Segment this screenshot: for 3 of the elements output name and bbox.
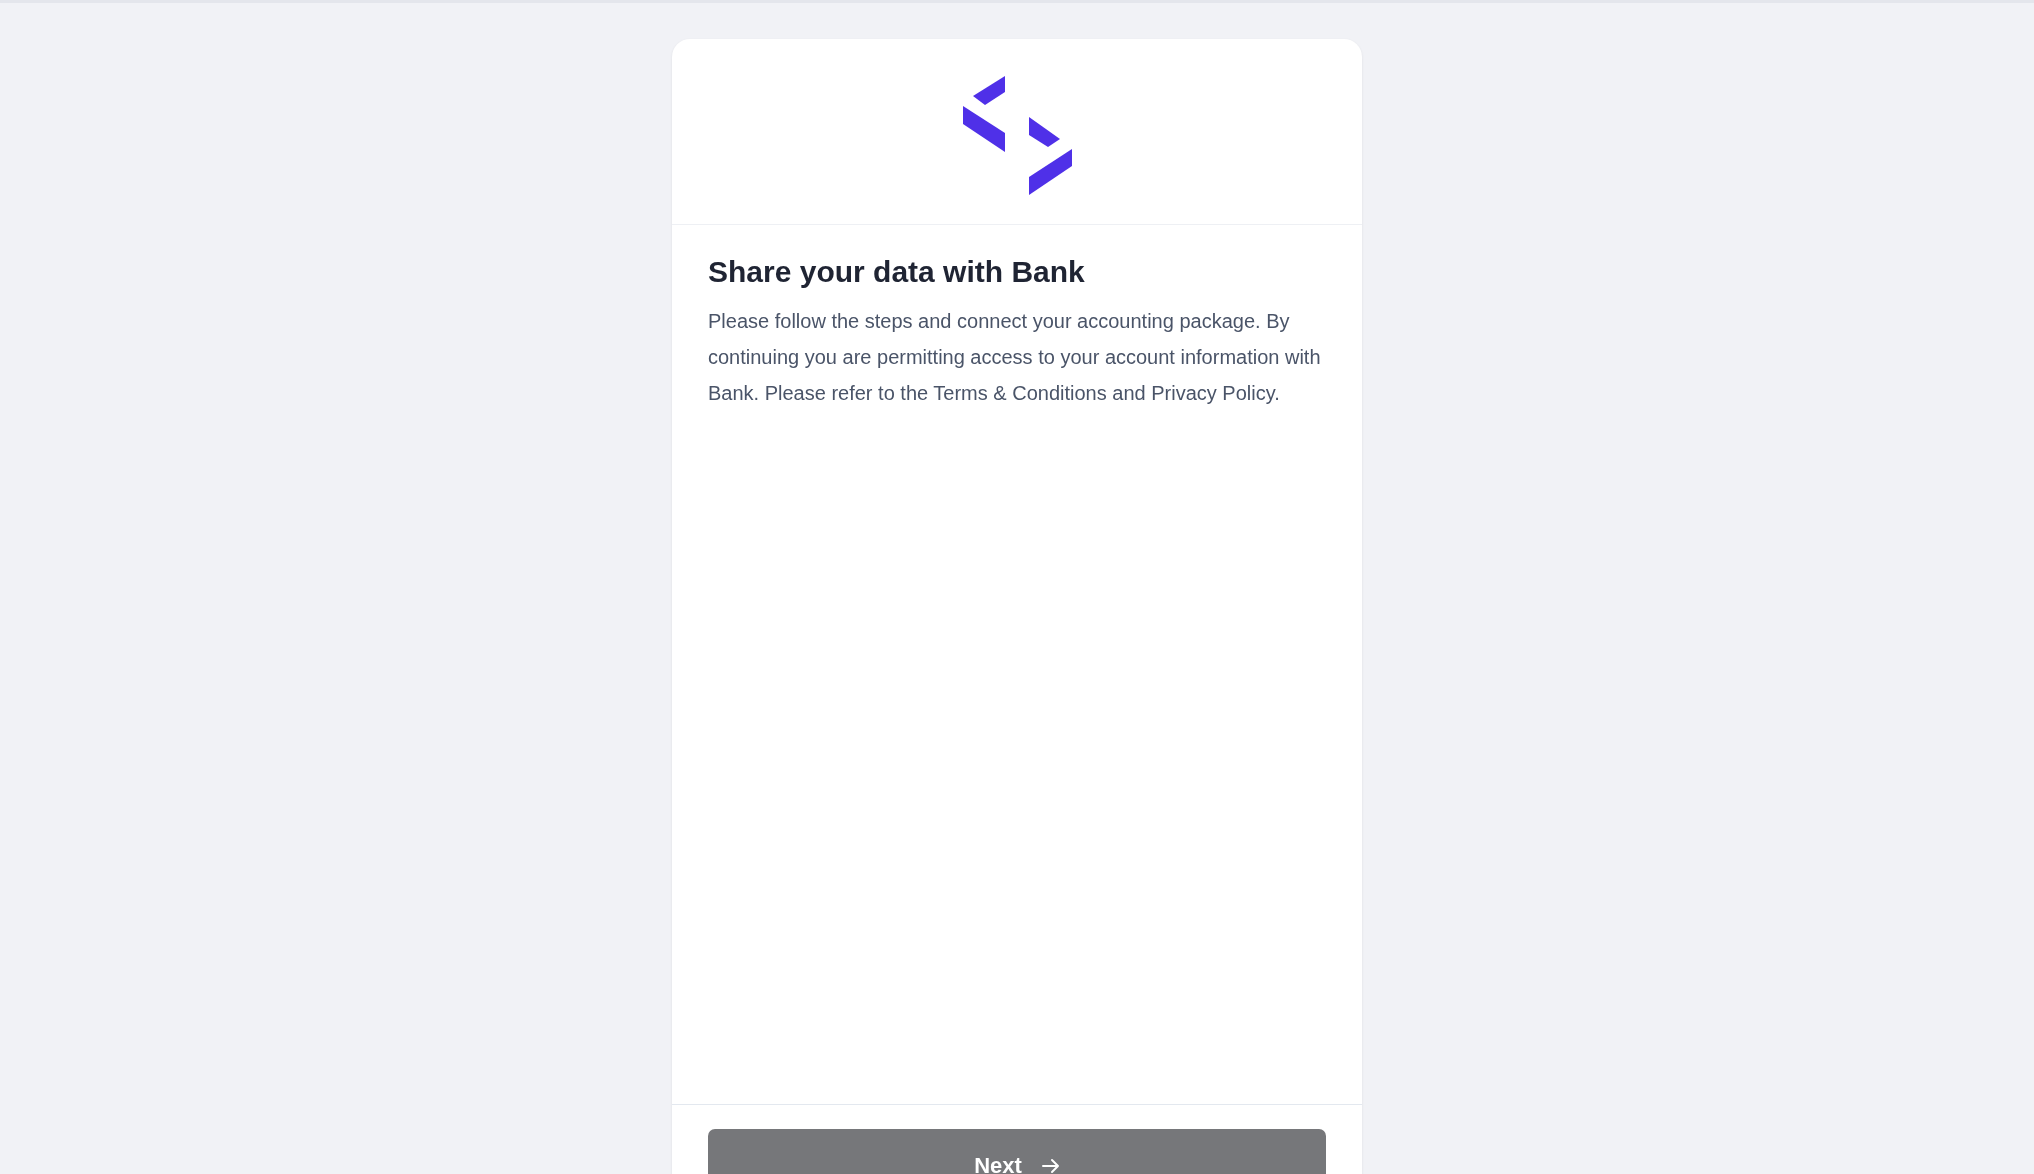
description: Please follow the steps and connect your accounting package. By continuing you are permitting access to your account information with Bank. Please refer to the Terms & Conditions and Privacy Policy.: [708, 309, 1322, 406]
heading: Share your data with Bank: [708, 255, 1086, 289]
arrow-right-icon: [1041, 1157, 1060, 1174]
